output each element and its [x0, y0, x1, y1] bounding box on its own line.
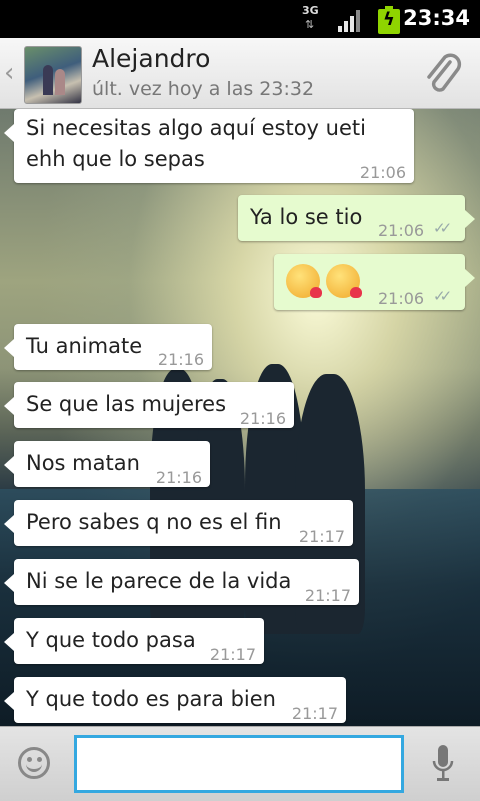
message-time: 21:17 [209, 645, 256, 664]
message-text: Nos matan [26, 451, 140, 475]
message-time: 21:06 [359, 163, 406, 182]
emoji-smiley-icon[interactable] [18, 747, 50, 779]
status-time: 23:34 [403, 6, 470, 30]
chat-header: ‹ Alejandro últ. vez hoy a las 23:32 [0, 38, 480, 109]
message-time: 21:17 [291, 704, 338, 723]
message-text: Y que todo pasa [26, 628, 196, 652]
message-bubble-incoming[interactable]: Tu animate 21:16 [4, 324, 212, 370]
microphone-icon[interactable] [432, 745, 454, 783]
kissing-face-emoji-icon [286, 264, 322, 298]
message-text: Tu animate [26, 334, 143, 358]
message-time: 21:06 [378, 289, 425, 308]
message-bubble-incoming[interactable]: Y que todo es para bien 21:17 [4, 677, 346, 723]
message-time: 21:17 [304, 586, 351, 605]
read-ticks-icon: ✓✓ [433, 219, 452, 237]
contact-name[interactable]: Alejandro [92, 44, 210, 73]
message-bubble-incoming[interactable]: Nos matan 21:16 [4, 441, 210, 487]
last-seen-status: últ. vez hoy a las 23:32 [92, 78, 315, 100]
data-activity-icon: ⇅ [305, 18, 315, 31]
message-bubble-incoming[interactable]: Pero sabes q no es el fin 21:17 [4, 500, 353, 546]
message-input-bar [0, 726, 480, 801]
message-bubble-incoming[interactable]: Ni se le parece de la vida 21:17 [4, 559, 359, 605]
message-text: Y que todo es para bien [26, 687, 276, 711]
message-bubble-incoming[interactable]: Se que las mujeres 21:16 [4, 382, 294, 428]
message-time: 21:16 [157, 350, 204, 369]
message-time: 21:17 [298, 527, 345, 546]
message-text: Se que las mujeres [26, 392, 227, 416]
message-text: ehh que lo sepas [26, 147, 205, 171]
back-chevron-icon[interactable]: ‹ [4, 58, 14, 88]
battery-charging-icon: ϟ [378, 6, 400, 34]
message-text: Pero sabes q no es el fin [26, 510, 282, 534]
message-bubble-outgoing[interactable]: Ya lo se tio 21:06 ✓✓ [238, 195, 475, 241]
paperclip-attach-icon[interactable] [420, 52, 464, 96]
message-time: 21:16 [239, 409, 286, 428]
network-type-indicator: 3G [302, 4, 319, 17]
message-time: 21:06 [378, 221, 425, 240]
signal-strength-icon [338, 10, 364, 32]
status-bar: 3G ⇅ ϟ 23:34 [0, 0, 480, 38]
message-bubble-incoming[interactable]: Si necesitas algo aquí estoy ueti ehh qu… [4, 109, 414, 183]
message-text: Si necesitas algo aquí estoy ueti [26, 116, 366, 140]
message-text: Ya lo se tio [250, 205, 363, 229]
message-text: Ni se le parece de la vida [26, 569, 292, 593]
message-bubble-incoming[interactable]: Y que todo pasa 21:17 [4, 618, 264, 664]
message-bubble-outgoing[interactable]: 21:06 ✓✓ [274, 254, 475, 310]
read-ticks-icon: ✓✓ [433, 287, 452, 305]
contact-avatar[interactable] [24, 46, 82, 104]
message-time: 21:16 [155, 468, 202, 487]
message-input[interactable] [74, 735, 404, 793]
chat-area[interactable]: Si necesitas algo aquí estoy ueti ehh qu… [0, 109, 480, 726]
kissing-face-emoji-icon [326, 264, 362, 298]
